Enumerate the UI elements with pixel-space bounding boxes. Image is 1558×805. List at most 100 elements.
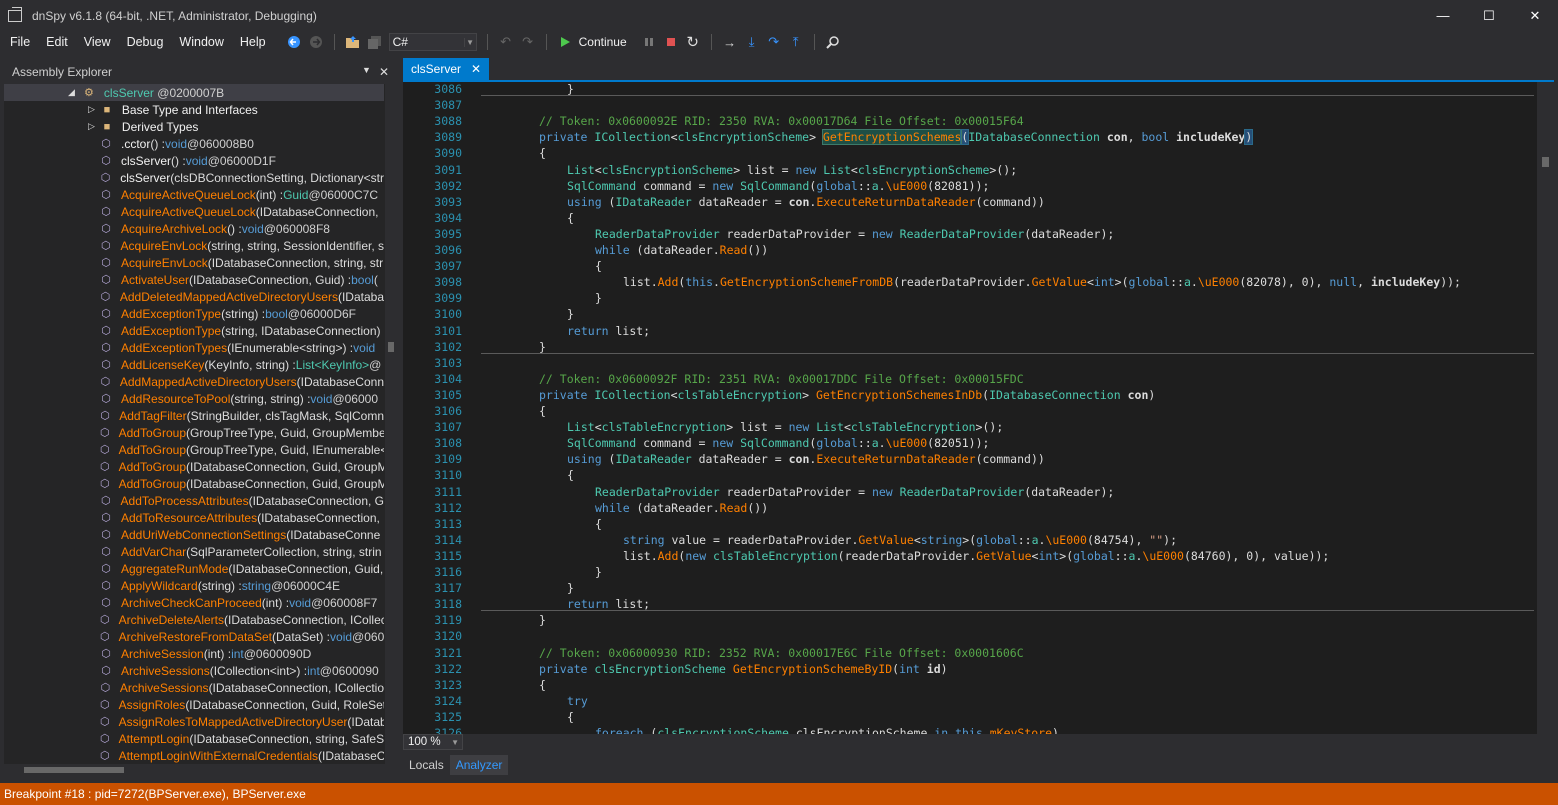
code-editor[interactable]: 3086} 3087 3088// Token: 0x0600092E RID: 2… — [403, 82, 1537, 734]
expand-icon[interactable]: ◢ — [68, 87, 75, 98]
save-all-icon[interactable] — [367, 34, 383, 50]
code-line: 3115 list.Add(new clsTableEncryption(read… — [403, 548, 1329, 564]
tree-member[interactable]: ⬡ clsServer (clsDBConnectionSetting, Dicti… — [4, 169, 384, 186]
back-icon[interactable] — [286, 34, 302, 50]
minimize-button[interactable]: — — [1420, 0, 1466, 31]
tree-member[interactable]: ⬡ ArchiveRestoreFromDataSet (DataSet) : vo… — [4, 628, 384, 645]
class-icon: ⚙ — [83, 87, 94, 99]
pause-icon[interactable] — [641, 34, 657, 50]
step-into-icon[interactable]: ⤓ — [744, 34, 760, 50]
editor-vertical-scrollbar[interactable] — [1537, 82, 1554, 734]
tree-member[interactable]: ⬡ AssignRoles (IDatabaseConnection, Guid, … — [4, 696, 384, 713]
tree-member[interactable]: ⬡ clsServer() : void @06000D1F — [4, 152, 384, 169]
code-token: < — [913, 532, 921, 547]
close-icon[interactable]: ✕ — [379, 65, 389, 79]
code-token: clsEncryptionScheme — [594, 661, 726, 676]
chevron-right-icon[interactable]: ▷ — [88, 104, 95, 115]
step-out-icon[interactable]: ⤒ — [788, 34, 804, 50]
tree-vertical-scrollbar[interactable] — [385, 84, 397, 776]
restart-icon[interactable]: ↻ — [685, 34, 701, 51]
tree-member[interactable]: ⬡ AddMappedActiveDirectoryUsers (IDatabase… — [4, 373, 384, 390]
method-icon: ⬡ — [101, 325, 111, 337]
tree-member[interactable]: ⬡ ApplyWildcard (string) : string @06000C4… — [4, 577, 384, 594]
assembly-tree[interactable]: ◢ ⚙ clsServer @0200007B ▷ ■ Base Type an… — [4, 84, 384, 764]
tree-member[interactable]: ⬡ AddToProcessAttributes (IDatabaseConnect… — [4, 492, 384, 509]
tree-member[interactable]: ⬡ AttemptLogin (IDatabaseConnection, strin… — [4, 730, 384, 747]
close-icon[interactable]: ✕ — [471, 62, 481, 76]
member-return-type: void — [310, 391, 333, 406]
tree-member[interactable]: ⬡ AddTagFilter (StringBuilder, clsTagMask,… — [4, 407, 384, 424]
tab-locals[interactable]: Locals — [403, 755, 450, 775]
tree-member[interactable]: ⬡ AcquireActiveQueueLock (int) : Guid @060… — [4, 186, 384, 203]
tree-member[interactable]: ⬡ ArchiveCheckCanProceed (int) : void @060… — [4, 594, 384, 611]
tree-member[interactable]: ⬡ AssignRolesToMappedActiveDirectoryUser(… — [4, 713, 384, 730]
tree-root[interactable]: ◢ ⚙ clsServer @0200007B — [4, 84, 384, 101]
tree-member[interactable]: ⬡ AcquireArchiveLock() : void @060008F8 — [4, 220, 384, 237]
code-token: } — [567, 82, 574, 96]
tree-member[interactable]: ⬡ AddToGroup (GroupTreeType, Guid, GroupMe… — [4, 424, 384, 441]
tree-member[interactable]: ⬡ AddExceptionType (string, IDatabaseConne… — [4, 322, 384, 339]
tree-member[interactable]: ⬡ ArchiveSessions (IDatabaseConnection, IC… — [4, 679, 384, 696]
close-button[interactable]: ✕ — [1512, 0, 1558, 31]
maximize-button[interactable]: ☐ — [1466, 0, 1512, 31]
forward-icon[interactable] — [308, 34, 324, 50]
tree-member[interactable]: ⬡ AddDeletedMappedActiveDirectoryUsers (ID… — [4, 288, 384, 305]
tree-member[interactable]: ⬡ AddExceptionTypes (IEnumerable<string>) … — [4, 339, 384, 356]
tree-member[interactable]: ⬡ ArchiveSession (int) : int @0600090D — [4, 645, 384, 662]
code-token: using — [567, 194, 609, 209]
language-select[interactable]: C# ▼ — [388, 33, 477, 51]
tree-member[interactable]: ⬡ AcquireEnvLock (IDatabaseConnection, str… — [4, 254, 384, 271]
tree-member[interactable]: ⬡ AttemptLoginWithExternalCredentials (IDa… — [4, 747, 384, 764]
menu-window[interactable]: Window — [173, 35, 229, 49]
chevron-right-icon[interactable]: ▷ — [88, 121, 95, 132]
tree-member[interactable]: ⬡ AddVarChar (SqlParameterCollection, stri… — [4, 543, 384, 560]
undo-icon[interactable]: ↶ — [498, 34, 514, 50]
tree-member[interactable]: ⬡ AddToGroup (GroupTreeType, Guid, IEnumer… — [4, 441, 384, 458]
tree-member[interactable]: ⬡ AddToResourceAttributes (IDatabaseConnec… — [4, 509, 384, 526]
code-token: IDataReader — [615, 194, 692, 209]
tree-member[interactable]: ⬡ .cctor() : void @060008B0 — [4, 135, 384, 152]
tree-horizontal-scrollbar[interactable] — [4, 764, 385, 776]
menu-help[interactable]: Help — [234, 35, 272, 49]
menu-edit[interactable]: Edit — [40, 35, 74, 49]
menu-view[interactable]: View — [78, 35, 117, 49]
stop-icon[interactable] — [663, 34, 679, 50]
tree-member[interactable]: ⬡ AddResourceToPool (string, string) : voi… — [4, 390, 384, 407]
code-token: clsEncryptionScheme — [677, 130, 810, 145]
tree-member[interactable]: ⬡ ArchiveDeleteAlerts (IDatabaseConnection… — [4, 611, 384, 628]
continue-icon[interactable] — [557, 34, 573, 50]
show-next-statement-icon[interactable]: → — [722, 34, 738, 50]
editor-horizontal-scrollbar[interactable] — [465, 737, 1535, 747]
tree-member[interactable]: ⬡ AggregateRunMode (IDatabaseConnection, G… — [4, 560, 384, 577]
redo-icon[interactable]: ↷ — [520, 34, 536, 50]
tree-member[interactable]: ⬡ AddToGroup (IDatabaseConnection, Guid, G… — [4, 458, 384, 475]
code-token: GetValue — [858, 532, 914, 547]
tree-member[interactable]: ⬡ AddExceptionType (string) : bool @06000D… — [4, 305, 384, 322]
search-icon[interactable] — [825, 34, 841, 50]
code-line: 3114 string value = readerDataProvider.Ge… — [403, 532, 1177, 548]
code-token: SqlCommand — [740, 436, 810, 451]
tree-member[interactable]: ⬡ AcquireActiveQueueLock (IDatabaseConnect… — [4, 203, 384, 220]
tree-member[interactable]: ⬡ AddToGroup (IDatabaseConnection, Guid, G… — [4, 475, 384, 492]
zoom-select[interactable]: 100 % ▼ — [403, 734, 463, 750]
tree-member[interactable]: ⬡ AddUriWebConnectionSettings (IDatabaseCo… — [4, 526, 384, 543]
tab-analyzer[interactable]: Analyzer — [449, 755, 509, 775]
tree-member[interactable]: ⬡ AcquireEnvLock (string, string, SessionI… — [4, 237, 384, 254]
open-icon[interactable] — [345, 34, 361, 50]
tab-clsserver[interactable]: clsServer ✕ — [403, 58, 490, 80]
member-signature: (StringBuilder, clsTagMask, SqlComn — [186, 408, 384, 423]
code-token: bool — [1141, 130, 1177, 145]
method-icon: ⬡ — [101, 189, 111, 201]
tree-member[interactable]: ⬡ ActivateUser (IDatabaseConnection, Guid)… — [4, 271, 384, 288]
chevron-down-icon[interactable]: ▼ — [362, 65, 371, 79]
tree-member[interactable]: ⬡ ArchiveSessions (ICollection<int>) : int… — [4, 662, 384, 679]
continue-button[interactable]: Continue — [579, 35, 627, 49]
menu-file[interactable]: File — [4, 35, 36, 49]
tree-folder[interactable]: ▷ ■ Derived Types — [4, 118, 384, 135]
method-icon: ⬡ — [101, 257, 111, 269]
tree-folder[interactable]: ▷ ■ Base Type and Interfaces — [4, 101, 384, 118]
tree-member[interactable]: ⬡ AddLicenseKey (KeyInfo, string) : List<K… — [4, 356, 384, 373]
menu-debug[interactable]: Debug — [121, 35, 170, 49]
step-over-icon[interactable]: ↷ — [766, 34, 782, 50]
